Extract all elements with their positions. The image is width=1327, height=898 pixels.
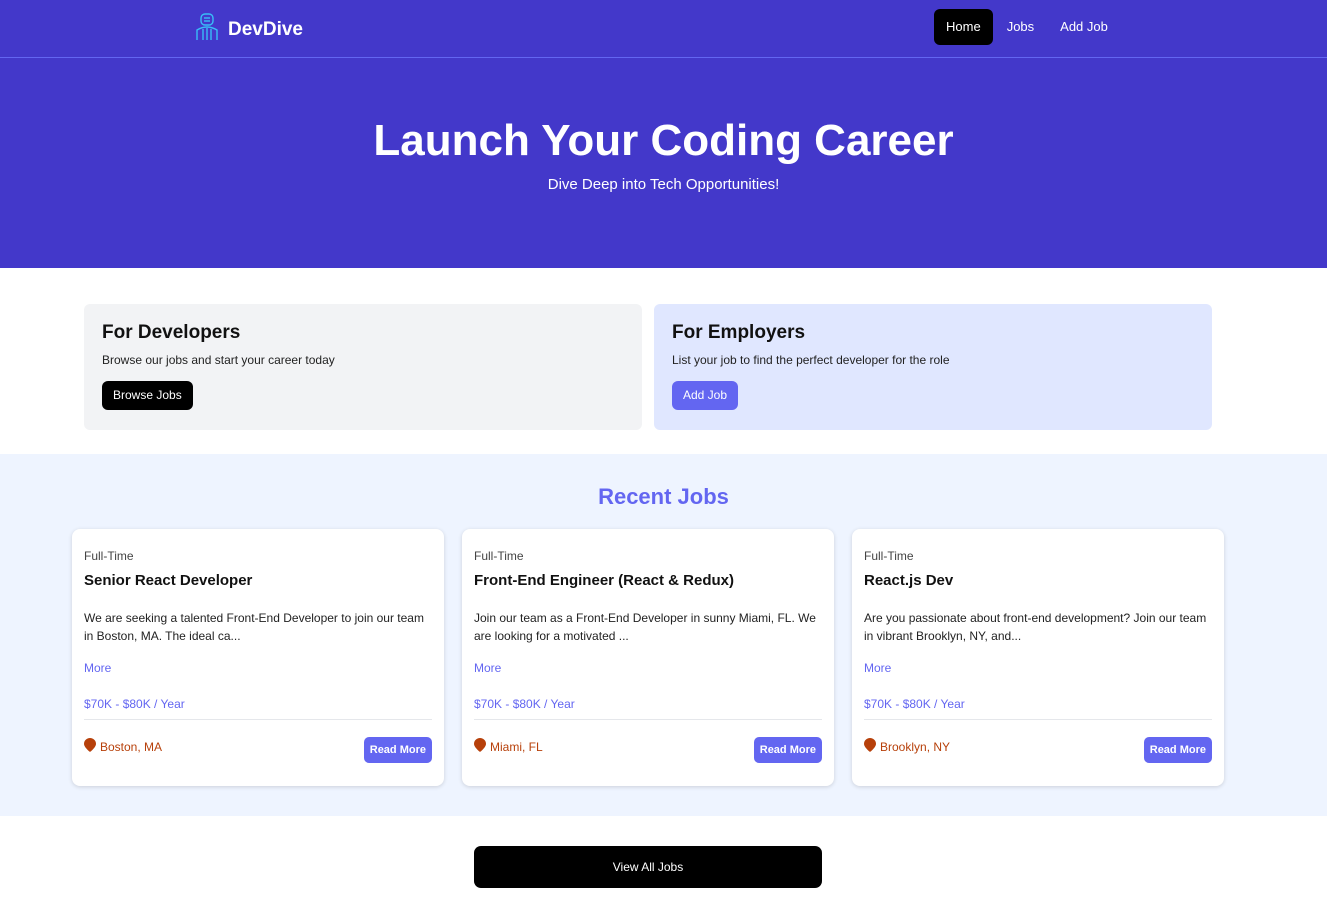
developers-card: For Developers Browse our jobs and start… (84, 304, 642, 430)
job-location-text: Miami, FL (490, 739, 543, 754)
job-description: We are seeking a talented Front-End Deve… (84, 611, 424, 643)
nav-jobs[interactable]: Jobs (995, 9, 1046, 45)
nav-home[interactable]: Home (934, 9, 993, 45)
map-pin-icon (864, 738, 876, 755)
job-salary: $70K - $80K / Year (474, 697, 575, 711)
job-card: Full-Time Senior React Developer We are … (72, 529, 444, 786)
more-link[interactable]: More (474, 661, 501, 675)
brand-name: DevDive (228, 18, 303, 40)
job-location-text: Brooklyn, NY (880, 739, 951, 754)
developer-icon (194, 12, 220, 47)
job-description: Are you passionate about front-end devel… (864, 611, 1207, 643)
job-footer: Miami, FL Read More (474, 730, 822, 764)
job-description: Join our team as a Front-End Developer i… (474, 611, 816, 643)
more-link[interactable]: More (864, 661, 891, 675)
job-footer: Brooklyn, NY Read More (864, 730, 1212, 764)
recent-jobs-title: Recent Jobs (598, 484, 729, 509)
job-title: Senior React Developer (84, 572, 253, 589)
job-footer: Boston, MA Read More (84, 730, 432, 764)
job-location: Miami, FL (474, 738, 543, 755)
nav-add-job[interactable]: Add Job (1048, 9, 1120, 45)
read-more-button[interactable]: Read More (753, 737, 822, 763)
job-card: Full-Time React.js Dev Are you passionat… (852, 529, 1224, 786)
brand[interactable]: DevDive (194, 12, 303, 47)
employers-card: For Employers List your job to find the … (654, 304, 1212, 430)
job-salary: $70K - $80K / Year (84, 697, 185, 711)
read-more-button[interactable]: Read More (363, 737, 432, 763)
more-link[interactable]: More (84, 661, 111, 675)
employers-title: For Employers (672, 322, 806, 343)
job-type: Full-Time (864, 549, 914, 563)
job-title: Front-End Engineer (React & Redux) (474, 572, 735, 589)
divider (474, 719, 822, 720)
recent-jobs-section: Recent Jobs Full-Time Senior React Devel… (0, 454, 1327, 816)
add-job-button[interactable]: Add Job (672, 381, 739, 410)
job-location: Brooklyn, NY (864, 738, 950, 755)
hero-section: Launch Your Coding Career Dive Deep into… (0, 58, 1327, 268)
map-pin-icon (84, 738, 96, 755)
developers-text: Browse our jobs and start your career to… (102, 353, 335, 367)
job-salary: $70K - $80K / Year (864, 697, 965, 711)
divider (84, 719, 432, 720)
job-type: Full-Time (84, 549, 134, 563)
top-navbar: DevDive Home Jobs Add Job (0, 0, 1327, 58)
read-more-button[interactable]: Read More (1143, 737, 1212, 763)
job-location: Boston, MA (84, 738, 162, 755)
hero-subtitle: Dive Deep into Tech Opportunities! (547, 176, 780, 193)
view-all-jobs-button[interactable]: View All Jobs (474, 846, 822, 888)
nav-links: Home Jobs Add Job (934, 9, 1120, 45)
hero-title: Launch Your Coding Career (373, 116, 954, 165)
job-location-text: Boston, MA (100, 739, 163, 754)
divider (864, 719, 1212, 720)
map-pin-icon (474, 738, 486, 755)
job-title: React.js Dev (864, 572, 954, 589)
employers-text: List your job to find the perfect develo… (672, 353, 950, 367)
browse-jobs-button[interactable]: Browse Jobs (102, 381, 193, 410)
job-type: Full-Time (474, 549, 524, 563)
job-card: Full-Time Front-End Engineer (React & Re… (462, 529, 834, 786)
developers-title: For Developers (102, 322, 241, 343)
